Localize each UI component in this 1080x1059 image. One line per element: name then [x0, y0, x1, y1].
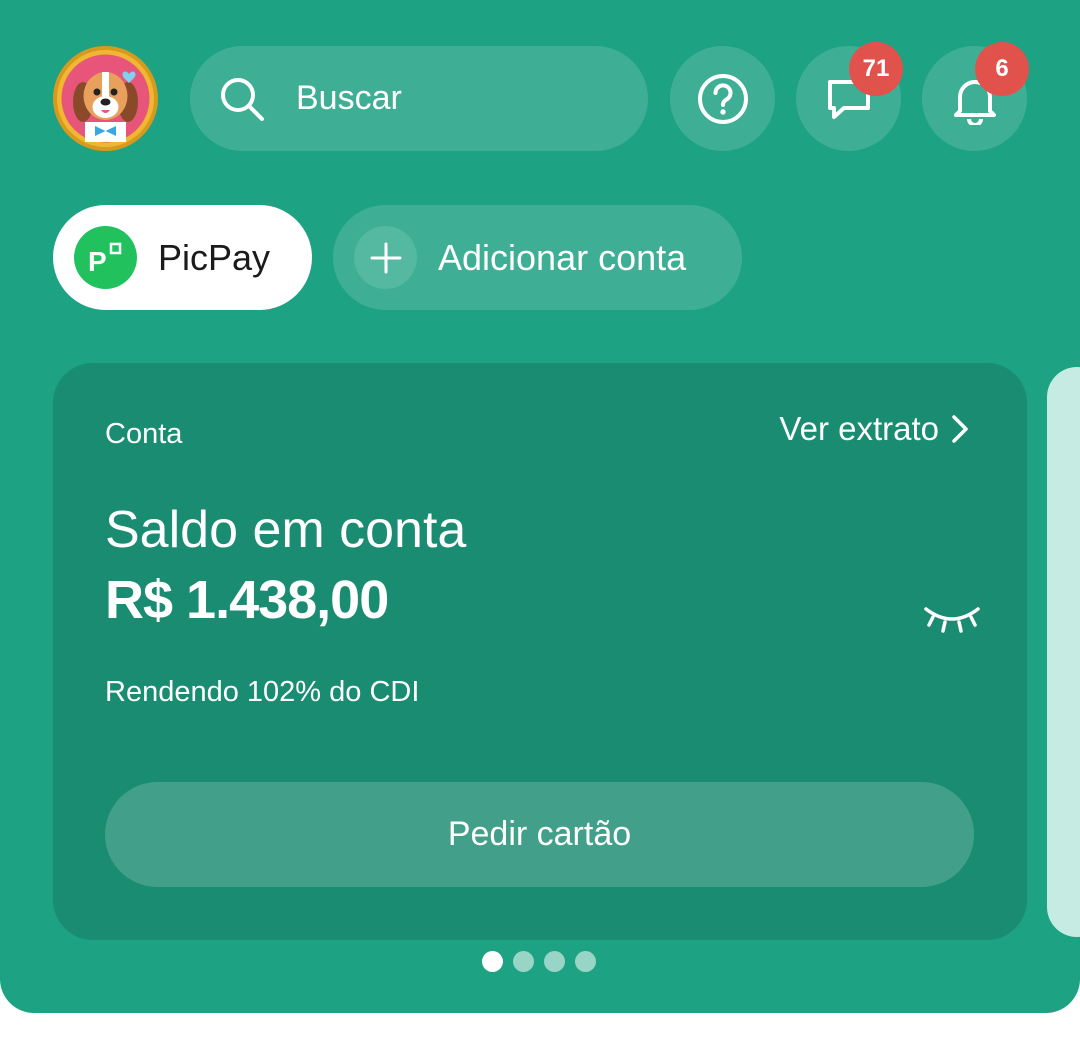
next-card-peek[interactable]	[1047, 367, 1080, 937]
svg-text:P: P	[88, 246, 107, 275]
carousel-dot[interactable]	[482, 951, 503, 972]
messages-badge: 71	[849, 42, 903, 96]
help-circle-icon	[697, 73, 748, 124]
balance-title: Saldo em conta	[105, 501, 467, 559]
balance-card: Conta Ver extrato Saldo em conta R$ 1.43…	[53, 363, 1027, 940]
card-section-label: Conta	[105, 418, 183, 450]
add-account-label: Adicionar conta	[438, 236, 687, 278]
notifications-badge: 6	[975, 42, 1029, 96]
carousel-dot[interactable]	[544, 951, 565, 972]
search-icon	[218, 75, 266, 123]
statement-link[interactable]: Ver extrato	[779, 410, 969, 448]
dog-avatar-icon	[61, 54, 150, 143]
notifications-button[interactable]: 6	[922, 42, 1029, 151]
search-bar[interactable]: Buscar	[190, 46, 648, 151]
statement-link-label: Ver extrato	[779, 410, 939, 447]
plus-icon	[354, 226, 417, 289]
yield-text: Rendendo 102% do CDI	[105, 676, 420, 708]
chevron-right-icon	[952, 415, 968, 443]
order-card-button[interactable]: Pedir cartão	[105, 782, 974, 887]
help-button[interactable]	[670, 46, 775, 151]
account-chip-label: PicPay	[158, 236, 271, 278]
carousel-indicator	[482, 951, 596, 972]
search-placeholder: Buscar	[296, 79, 402, 117]
carousel-dot[interactable]	[575, 951, 596, 972]
picpay-logo-icon: P	[74, 226, 137, 289]
account-chip-picpay[interactable]: P PicPay	[53, 205, 312, 310]
messages-button[interactable]: 71	[796, 42, 903, 151]
carousel-dot[interactable]	[513, 951, 534, 972]
eye-closed-icon[interactable]	[923, 599, 981, 635]
balance-value: R$ 1.438,00	[105, 570, 389, 630]
profile-avatar[interactable]	[53, 46, 158, 151]
add-account-button[interactable]: Adicionar conta	[333, 205, 742, 310]
